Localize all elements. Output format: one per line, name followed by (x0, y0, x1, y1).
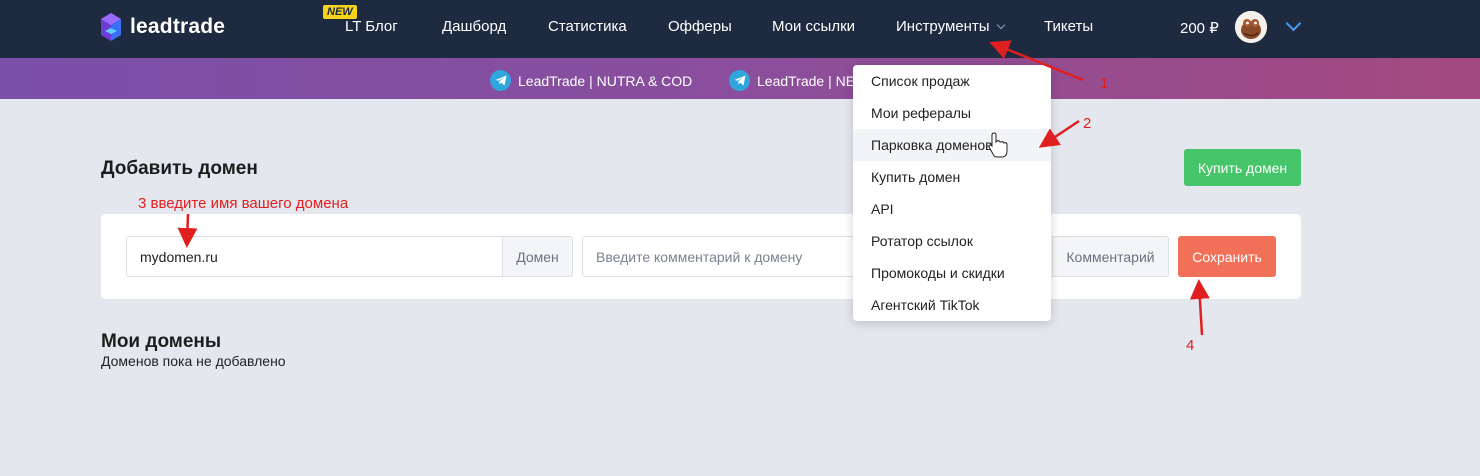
save-button[interactable]: Сохранить (1178, 236, 1276, 277)
annotation-step-4: 4 (1186, 337, 1195, 354)
logo[interactable]: leadtrade (100, 12, 225, 42)
nav-item-tools[interactable]: Инструменты (896, 18, 1005, 35)
comment-addon: Комментарий (1052, 237, 1168, 276)
chevron-down-icon[interactable] (1285, 15, 1302, 32)
menu-item-agency-tiktok[interactable]: Агентский TikTok (853, 289, 1051, 321)
menu-item-buy-domain[interactable]: Купить домен (853, 161, 1051, 193)
telegram-bar: LeadTrade | NUTRA & COD LeadTrade | NE (0, 58, 1480, 99)
avatar[interactable] (1235, 11, 1267, 43)
menu-item-sales-list[interactable]: Список продаж (853, 65, 1051, 97)
domain-addon: Домен (502, 237, 572, 276)
menu-item-domain-parking[interactable]: Парковка доменов (853, 129, 1051, 161)
nav-item-statistics[interactable]: Статистика (548, 18, 627, 35)
annotation-step-3: 3 введите имя вашего домена (138, 195, 349, 212)
nav-item-dashboard[interactable]: Дашборд (442, 18, 506, 35)
page-title: Добавить домен (101, 158, 258, 179)
nav-item-blog[interactable]: LT Блог (345, 18, 398, 35)
telegram-link-ne[interactable]: LeadTrade | NE (729, 70, 855, 91)
annotation-step-2: 2 (1083, 115, 1092, 132)
telegram-link-label: LeadTrade | NE (757, 72, 856, 89)
empty-state-text: Доменов пока не добавлено (101, 353, 286, 369)
menu-item-referrals[interactable]: Мои рефералы (853, 97, 1051, 129)
brand-name: leadtrade (130, 15, 226, 38)
menu-item-promo-codes[interactable]: Промокоды и скидки (853, 257, 1051, 289)
chevron-down-icon (996, 20, 1005, 30)
nav-item-tools-label: Инструменты (896, 18, 990, 35)
new-badge: NEW (323, 5, 357, 19)
tools-dropdown-menu: Список продаж Мои рефералы Парковка доме… (853, 65, 1051, 321)
nav-item-tickets[interactable]: Тикеты (1044, 18, 1093, 35)
telegram-icon (729, 70, 750, 91)
buy-domain-button[interactable]: Купить домен (1184, 149, 1301, 186)
nav-item-offers[interactable]: Офферы (668, 18, 732, 35)
telegram-icon (490, 70, 511, 91)
menu-item-link-rotator[interactable]: Ротатор ссылок (853, 225, 1051, 257)
logo-icon (100, 12, 122, 42)
annotation-step-1: 1 (1100, 75, 1109, 92)
balance: 200 ₽ (1180, 20, 1219, 37)
top-navbar: leadtrade NEW LT Блог Дашборд Статистика… (0, 0, 1480, 58)
menu-item-api[interactable]: API (853, 193, 1051, 225)
my-domains-title: Мои домены (101, 331, 222, 352)
telegram-link-nutra[interactable]: LeadTrade | NUTRA & COD (490, 70, 692, 91)
telegram-link-label: LeadTrade | NUTRA & COD (518, 72, 693, 89)
domain-input[interactable]: mydomen.ru (127, 237, 502, 276)
add-domain-card: mydomen.ru Домен Введите комментарий к д… (101, 214, 1301, 299)
nav-item-my-links[interactable]: Мои ссылки (772, 18, 855, 35)
domain-input-group: mydomen.ru Домен (126, 236, 573, 277)
